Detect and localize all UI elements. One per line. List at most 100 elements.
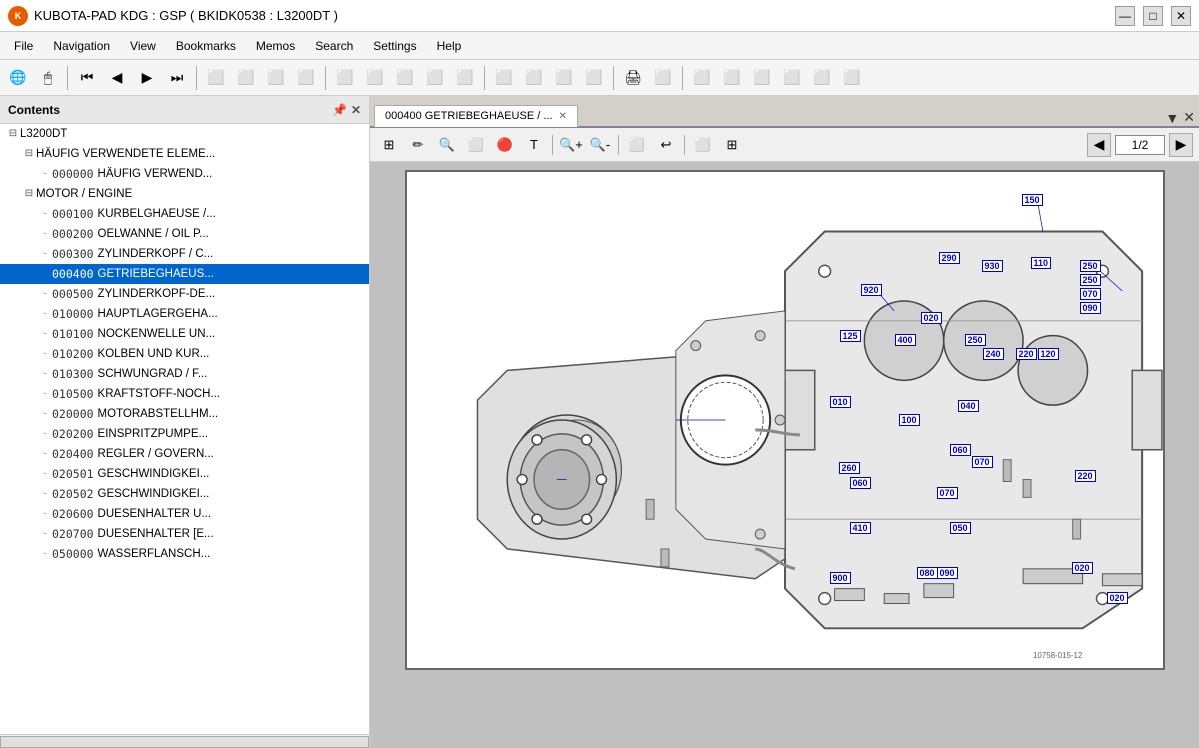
tool16-button[interactable]: ⬜ bbox=[688, 64, 716, 92]
part-label-090b[interactable]: 090 bbox=[937, 567, 958, 579]
part-label-920[interactable]: 920 bbox=[861, 284, 882, 296]
content-tool10[interactable]: ↩ bbox=[653, 132, 679, 158]
panel-close-button[interactable]: ✕ bbox=[351, 103, 361, 117]
part-label-290[interactable]: 290 bbox=[939, 252, 960, 264]
last-page-button[interactable]: ⏭ bbox=[163, 64, 191, 92]
tree-item-000000[interactable]: ·000000 HÄUFIG VERWEND... bbox=[0, 164, 369, 184]
tool9-button[interactable]: ⬜ bbox=[451, 64, 479, 92]
tree-item-motor-/-engine[interactable]: ⊟MOTOR / ENGINE bbox=[0, 184, 369, 204]
tool6-button[interactable]: ⬜ bbox=[361, 64, 389, 92]
tool18-button[interactable]: ⬜ bbox=[748, 64, 776, 92]
tab-dropdown-button[interactable]: ▼ bbox=[1165, 110, 1179, 126]
view4-button[interactable]: ⬜ bbox=[292, 64, 320, 92]
content-tool1[interactable]: ⊞ bbox=[376, 132, 402, 158]
content-tool5[interactable]: 🔴 bbox=[492, 132, 518, 158]
part-label-060a[interactable]: 060 bbox=[950, 444, 971, 456]
menu-memos[interactable]: Memos bbox=[246, 36, 305, 56]
hand-button[interactable]: 🖱 bbox=[34, 64, 62, 92]
part-label-220b[interactable]: 220 bbox=[1075, 470, 1096, 482]
content-tool9[interactable]: ⬜ bbox=[624, 132, 650, 158]
part-label-070b[interactable]: 070 bbox=[972, 456, 993, 468]
part-label-900[interactable]: 900 bbox=[830, 572, 851, 584]
menu-help[interactable]: Help bbox=[427, 36, 472, 56]
first-page-button[interactable]: ⏮ bbox=[73, 64, 101, 92]
menu-navigation[interactable]: Navigation bbox=[43, 36, 120, 56]
tree-item-020400[interactable]: ·020400 REGLER / GOVERN... bbox=[0, 444, 369, 464]
home-button[interactable]: 🌐 bbox=[4, 64, 32, 92]
tool15-button[interactable]: ⬜ bbox=[649, 64, 677, 92]
tool7-button[interactable]: ⬜ bbox=[391, 64, 419, 92]
part-label-020a[interactable]: 020 bbox=[921, 312, 942, 324]
tab-close-all-button[interactable]: ✕ bbox=[1183, 109, 1195, 126]
content-grid-view[interactable]: ⊞ bbox=[719, 132, 745, 158]
tool13-button[interactable]: ⬜ bbox=[580, 64, 608, 92]
part-label-110[interactable]: 110 bbox=[1031, 257, 1052, 269]
tool17-button[interactable]: ⬜ bbox=[718, 64, 746, 92]
content-zoom-in[interactable]: 🔍+ bbox=[558, 132, 584, 158]
tree-item-050000[interactable]: ·050000 WASSERFLANSCH... bbox=[0, 544, 369, 564]
minimize-button[interactable]: — bbox=[1115, 6, 1135, 26]
tree-item-000400[interactable]: ·000400 GETRIEBEGHAEUS... bbox=[0, 264, 369, 284]
tree-item-020502[interactable]: ·020502 GESCHWINDIGKEI... bbox=[0, 484, 369, 504]
view1-button[interactable]: ⬜ bbox=[202, 64, 230, 92]
horizontal-scrollbar[interactable] bbox=[0, 736, 369, 748]
content-tool6[interactable]: T bbox=[521, 132, 547, 158]
view3-button[interactable]: ⬜ bbox=[262, 64, 290, 92]
part-label-060b[interactable]: 060 bbox=[850, 477, 871, 489]
menu-search[interactable]: Search bbox=[305, 36, 363, 56]
part-label-090a[interactable]: 090 bbox=[1080, 302, 1101, 314]
tree-item-häufig-verwendete-el[interactable]: ⊟HÄUFIG VERWENDETE ELEME... bbox=[0, 144, 369, 164]
part-label-150[interactable]: 150 bbox=[1022, 194, 1043, 206]
menu-file[interactable]: File bbox=[4, 36, 43, 56]
tool12-button[interactable]: ⬜ bbox=[550, 64, 578, 92]
content-zoom-out[interactable]: 🔍- bbox=[587, 132, 613, 158]
next-page-button[interactable]: ▶ bbox=[1169, 133, 1193, 157]
part-label-125[interactable]: 125 bbox=[840, 330, 861, 342]
tree-item-000100[interactable]: ·000100 KURBELGHAEUSE /... bbox=[0, 204, 369, 224]
menu-bookmarks[interactable]: Bookmarks bbox=[166, 36, 246, 56]
part-label-930[interactable]: 930 bbox=[982, 260, 1003, 272]
part-label-050a[interactable]: 050 bbox=[950, 522, 971, 534]
part-label-020c[interactable]: 020 bbox=[1107, 592, 1128, 604]
bottom-scrollbar[interactable] bbox=[0, 734, 369, 748]
tool10-button[interactable]: ⬜ bbox=[490, 64, 518, 92]
tool5-button[interactable]: ⬜ bbox=[331, 64, 359, 92]
tool19-button[interactable]: ⬜ bbox=[778, 64, 806, 92]
content-tool11[interactable]: ⬜ bbox=[690, 132, 716, 158]
tree-item-010100[interactable]: ·010100 NOCKENWELLE UN... bbox=[0, 324, 369, 344]
content-tool4[interactable]: ⬜ bbox=[463, 132, 489, 158]
menu-view[interactable]: View bbox=[120, 36, 166, 56]
main-tab[interactable]: 000400 GETRIEBEGHAEUSE / ... ✕ bbox=[374, 105, 578, 127]
content-zoom[interactable]: 🔍 bbox=[434, 132, 460, 158]
tree-item-020000[interactable]: ·020000 MOTORABSTELLHM... bbox=[0, 404, 369, 424]
tree-item-020200[interactable]: ·020200 EINSPRITZPUMPE... bbox=[0, 424, 369, 444]
part-label-120[interactable]: 120 bbox=[1038, 348, 1059, 360]
tool21-button[interactable]: ⬜ bbox=[838, 64, 866, 92]
tree-item-000500[interactable]: ·000500 ZYLINDERKOPF-DE... bbox=[0, 284, 369, 304]
part-label-250a[interactable]: 250 bbox=[1080, 260, 1101, 272]
tree-item-020700[interactable]: ·020700 DUESENHALTER [E... bbox=[0, 524, 369, 544]
part-label-240[interactable]: 240 bbox=[983, 348, 1004, 360]
part-label-250c[interactable]: 250 bbox=[965, 334, 986, 346]
tree-item-l3200dt[interactable]: ⊟L3200DT bbox=[0, 124, 369, 144]
tree-item-010500[interactable]: ·010500 KRAFTSTOFF-NOCH... bbox=[0, 384, 369, 404]
prev-button[interactable]: ◀ bbox=[103, 64, 131, 92]
part-label-410[interactable]: 410 bbox=[850, 522, 871, 534]
content-tool2[interactable]: ✏ bbox=[405, 132, 431, 158]
tree-item-020600[interactable]: ·020600 DUESENHALTER U... bbox=[0, 504, 369, 524]
part-label-020b[interactable]: 020 bbox=[1072, 562, 1093, 574]
part-label-250b[interactable]: 250 bbox=[1080, 274, 1101, 286]
tree-item-010300[interactable]: ·010300 SCHWUNGRAD / F... bbox=[0, 364, 369, 384]
part-label-080[interactable]: 080 bbox=[917, 567, 938, 579]
tree-item-010200[interactable]: ·010200 KOLBEN UND KUR... bbox=[0, 344, 369, 364]
part-label-220a[interactable]: 220 bbox=[1016, 348, 1037, 360]
part-label-070a[interactable]: 070 bbox=[1080, 288, 1101, 300]
part-label-040[interactable]: 040 bbox=[958, 400, 979, 412]
tab-close-button[interactable]: ✕ bbox=[559, 111, 567, 122]
tree-item-000200[interactable]: ·000200 OELWANNE / OIL P... bbox=[0, 224, 369, 244]
print-button[interactable]: 🖨 bbox=[619, 64, 647, 92]
part-label-010a[interactable]: 010 bbox=[830, 396, 851, 408]
view2-button[interactable]: ⬜ bbox=[232, 64, 260, 92]
tree-item-010000[interactable]: ·010000 HAUPTLAGERGEHA... bbox=[0, 304, 369, 324]
part-label-400[interactable]: 400 bbox=[895, 334, 916, 346]
